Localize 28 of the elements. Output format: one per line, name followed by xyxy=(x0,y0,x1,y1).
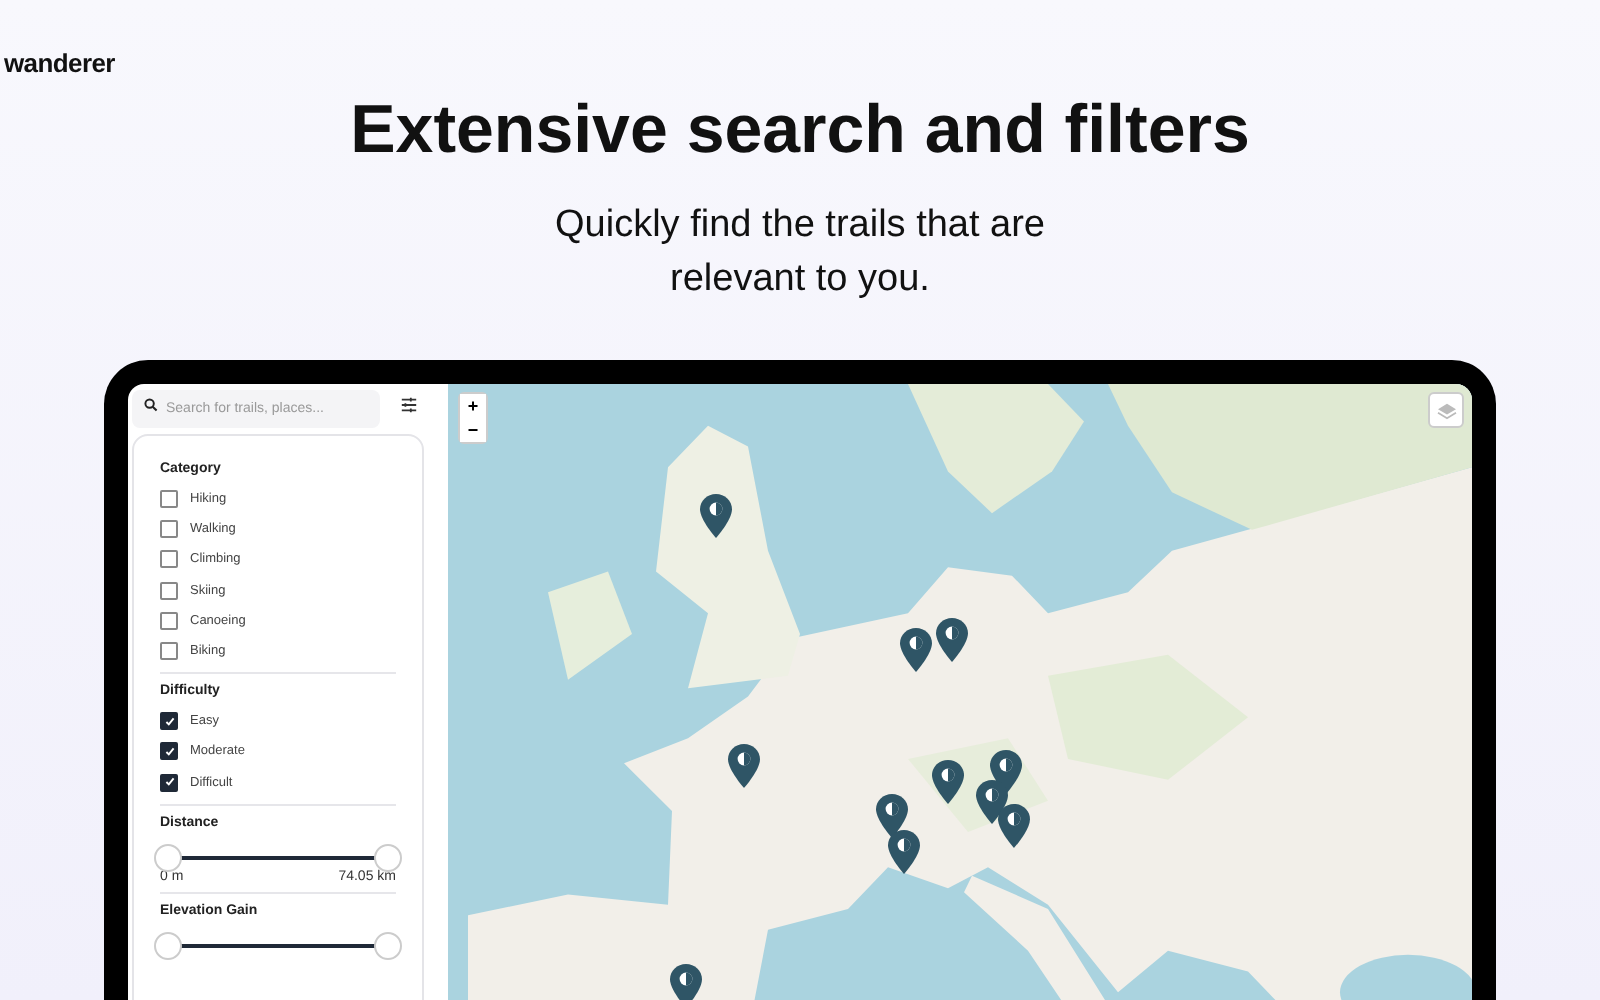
checkbox[interactable] xyxy=(160,742,178,761)
map-pin-icon[interactable] xyxy=(888,830,920,874)
layers-icon xyxy=(1435,401,1457,419)
checkbox[interactable] xyxy=(160,520,178,539)
brand-logo[interactable]: wanderer xyxy=(4,48,115,78)
search-icon xyxy=(144,398,158,412)
map-pin-icon[interactable] xyxy=(932,760,964,804)
checkbox[interactable] xyxy=(160,611,178,630)
slider-thumb[interactable] xyxy=(154,843,182,872)
checkbox[interactable] xyxy=(160,773,178,792)
map-pin-icon[interactable] xyxy=(700,494,732,538)
hero-subtitle: Quickly find the trails that are relevant to you. xyxy=(553,202,1047,304)
checkbox[interactable] xyxy=(160,550,178,569)
checkbox[interactable] xyxy=(160,581,178,600)
slider-thumb[interactable] xyxy=(154,931,182,960)
checkbox[interactable] xyxy=(160,642,178,661)
hero-title: Extensive search and filters xyxy=(350,92,1250,170)
map-pin-icon[interactable] xyxy=(900,628,932,672)
map-pin-icon[interactable] xyxy=(876,794,908,838)
slider-thumb[interactable] xyxy=(374,931,402,960)
map-pin-icon[interactable] xyxy=(728,744,760,788)
map-pin-icon[interactable] xyxy=(670,964,702,1000)
checkbox[interactable] xyxy=(160,490,178,509)
map-pin-icon[interactable] xyxy=(998,804,1030,848)
checkbox[interactable] xyxy=(160,712,178,731)
slider-thumb[interactable] xyxy=(374,843,402,872)
map-pin-icon[interactable] xyxy=(936,618,968,662)
filter-settings-icon[interactable] xyxy=(400,396,418,414)
